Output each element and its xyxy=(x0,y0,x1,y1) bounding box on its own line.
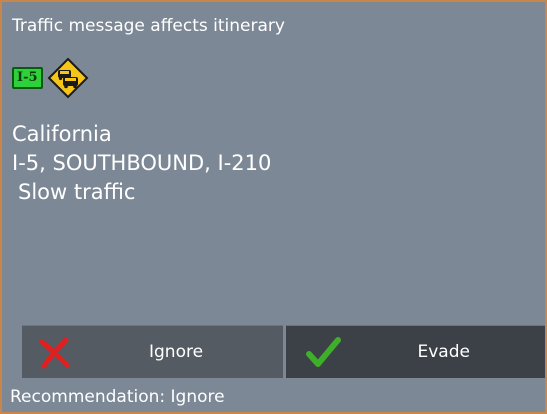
ignore-label: Ignore xyxy=(149,342,204,362)
action-button-bar: Ignore Evade xyxy=(22,325,545,378)
location-text: I-5, SOUTHBOUND, I-210 xyxy=(12,151,272,175)
message-details: California I-5, SOUTHBOUND, I-210 Slow t… xyxy=(12,120,271,207)
event-text: Slow traffic xyxy=(18,180,136,204)
evade-label: Evade xyxy=(417,342,470,362)
traffic-alert-dialog: Traffic message affects itinerary I-5 Ca… xyxy=(0,0,547,414)
recommendation-text: Recommendation: Ignore xyxy=(10,387,225,407)
red-x-icon xyxy=(39,337,70,369)
region-text: California xyxy=(12,122,112,146)
green-check-icon xyxy=(305,337,341,367)
evade-button[interactable]: Evade xyxy=(285,325,545,378)
road-badge: I-5 xyxy=(12,67,43,89)
traffic-icons-row: I-5 xyxy=(12,57,89,99)
dialog-title: Traffic message affects itinerary xyxy=(12,16,285,36)
slow-traffic-warning-icon xyxy=(47,57,88,99)
ignore-button[interactable]: Ignore xyxy=(22,325,283,378)
